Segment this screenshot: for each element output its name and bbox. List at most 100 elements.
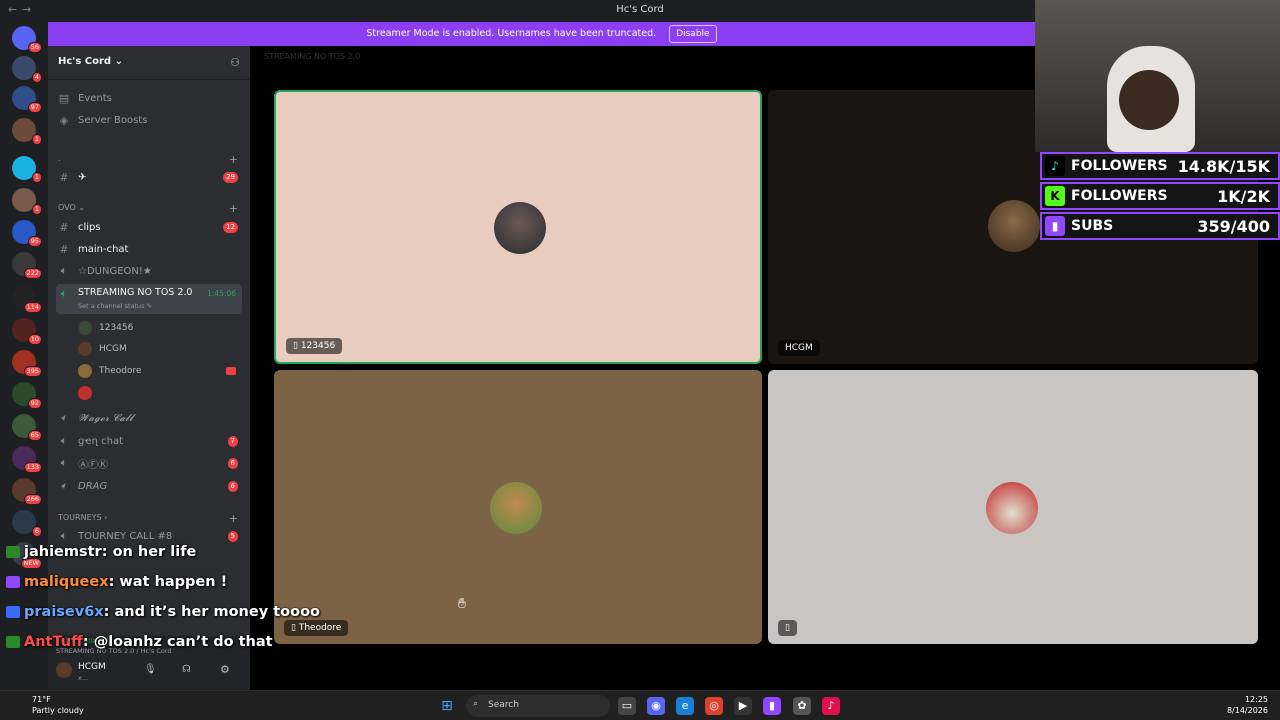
avatar	[986, 482, 1038, 534]
participant-tile[interactable]: ▯ Theodore	[274, 370, 762, 644]
category-tourneys[interactable]: TOURNEYS › +	[58, 512, 238, 525]
server-icon[interactable]: 95	[12, 220, 42, 247]
system-tray[interactable]: 12:25 8/14/2026	[1227, 694, 1268, 716]
call-timer: 1:45:06	[207, 289, 236, 298]
mobile-icon: ▯	[293, 341, 301, 351]
participant-tile[interactable]: ▯ 123456	[274, 90, 762, 364]
mention-badge: 5	[227, 530, 238, 542]
guild-badge: 97	[27, 102, 42, 113]
channel-dungeon[interactable]: 🔈︎ ☆DUNGEON!★	[56, 261, 242, 281]
chat-text: : and it’s her money toooo	[103, 604, 320, 620]
server-icon[interactable]: 222	[12, 252, 42, 279]
category-ovo[interactable]: OVO ⌄ +	[58, 202, 238, 215]
search-label: Search	[488, 700, 519, 710]
boosts-item[interactable]: ◈ Server Boosts	[56, 110, 242, 130]
username[interactable]: HCGM	[78, 662, 106, 672]
voice-user-name: HCGM	[99, 344, 127, 354]
add-channel-icon[interactable]: +	[229, 512, 238, 525]
mobile-icon: ▯	[291, 623, 299, 633]
channel-clips[interactable]: # clips 12	[56, 217, 242, 237]
participant-tile[interactable]: ▯	[768, 370, 1258, 644]
task-view-icon[interactable]: ▭	[618, 697, 636, 715]
voice-user[interactable]: HCGM	[78, 339, 238, 359]
home-icon[interactable]: 56	[12, 26, 42, 53]
banner-text: Streamer Mode is enabled. Usernames have…	[366, 28, 657, 39]
channel-streaming[interactable]: 🔈︎ STREAMING NO TOS 2.0 1:45:06 Set a ch…	[56, 284, 242, 314]
webcam-overlay	[1035, 0, 1280, 152]
channel-plane[interactable]: # ✈ 29	[56, 167, 242, 187]
events-label: Events	[78, 92, 112, 104]
media-player-icon[interactable]: ▶	[734, 697, 752, 715]
headset-icon[interactable]: ☊	[182, 664, 191, 675]
guild-badge: 1	[31, 172, 42, 183]
speaker-icon: 🔈︎	[60, 434, 68, 447]
channel-tourney[interactable]: 🔈︎ TOURNEY CALL #8 5	[56, 526, 242, 546]
twitch-app-icon[interactable]: ▮	[763, 697, 781, 715]
twitch-icon: ▮	[1045, 216, 1065, 236]
events-item[interactable]: ▤ Events	[56, 88, 242, 108]
avatar	[78, 342, 92, 356]
server-name: Hc's Cord ⌄	[58, 56, 123, 67]
channel-label: STREAMING NO TOS 2.0	[78, 287, 193, 298]
windows-start-icon[interactable]: ⊞	[438, 697, 456, 715]
server-icon[interactable]: 4	[12, 56, 42, 83]
edge-icon[interactable]: e	[676, 697, 694, 715]
add-channel-icon[interactable]: +	[229, 153, 238, 166]
chat-message: praisev6x: and it’s her money toooo	[6, 604, 320, 620]
speaker-icon: 🔈︎	[60, 529, 68, 542]
add-member-icon[interactable]: ⚇	[230, 56, 240, 69]
guild-badge: 10	[27, 334, 42, 345]
chrome-icon[interactable]: ◎	[705, 697, 723, 715]
server-icon[interactable]: 1	[12, 118, 42, 145]
streamer-head	[1119, 70, 1179, 130]
channel-wager[interactable]: 🔈︎ 𝓦𝓪𝓰𝓮𝓻 𝓒𝓪𝓵𝓵	[56, 408, 242, 428]
taskbar-search[interactable]: ⌕ Search	[466, 695, 610, 717]
hash-icon: #	[59, 170, 69, 184]
server-icon[interactable]: 395	[12, 350, 42, 377]
microphone-icon[interactable]: 🎙︎	[144, 664, 157, 675]
server-header[interactable]: Hc's Cord ⌄ ⚇	[48, 46, 250, 80]
server-icon[interactable]: 266	[12, 478, 42, 505]
voice-user[interactable]: 123456	[78, 318, 238, 338]
channel-gen-chat[interactable]: 🔈︎ ցҽղ ϲհat 7	[56, 431, 242, 451]
avatar[interactable]	[56, 662, 72, 678]
server-icon[interactable]: 65	[12, 414, 42, 441]
tiktok-followers-goal: ♪ FOLLOWERS 14.8K/15K	[1040, 152, 1280, 180]
weather-condition: Partly cloudy	[32, 706, 84, 715]
voice-user-name: 123456	[99, 323, 134, 333]
chat-text: : @loanhz can’t do that	[82, 634, 273, 650]
channel-main-chat[interactable]: # main-chat	[56, 239, 242, 259]
channel-label: ✈	[78, 171, 87, 183]
channel-drag[interactable]: 🔈︎ DRAG 6	[56, 476, 242, 496]
category-header[interactable]: . +	[58, 153, 238, 166]
server-icon[interactable]: 1	[12, 156, 42, 183]
disable-button[interactable]: Disable	[669, 25, 717, 43]
chat-text: : on her life	[101, 544, 197, 560]
channel-label: ցҽղ ϲհat	[78, 435, 124, 447]
server-icon[interactable]: 6	[12, 510, 42, 537]
server-icon[interactable]: 97	[12, 86, 42, 113]
channel-label: main-chat	[78, 243, 129, 255]
tiktok-app-icon[interactable]: ♪	[822, 697, 840, 715]
mention-badge: 6	[227, 457, 238, 469]
server-icon[interactable]: 114	[12, 286, 42, 313]
discord-icon[interactable]: ◉	[647, 697, 665, 715]
guild-badge: 56	[27, 42, 42, 53]
app-icon[interactable]: ✿	[793, 697, 811, 715]
weather-widget[interactable]: 71°F Partly cloudy	[10, 694, 84, 716]
server-icon[interactable]: 10	[12, 318, 42, 345]
server-icon[interactable]: 133	[12, 446, 42, 473]
channel-afk[interactable]: 🔈︎ ⒶⒻⓀ 6	[56, 453, 242, 473]
mention-badge: 7	[227, 435, 238, 447]
server-icon[interactable]: 92	[12, 382, 42, 409]
mention-badge: 12	[223, 221, 238, 233]
channel-label: 𝓦𝓪𝓰𝓮𝓻 𝓒𝓪𝓵𝓵	[78, 412, 133, 424]
server-icon[interactable]: 1	[12, 188, 42, 215]
gear-icon[interactable]: ⚙	[220, 663, 230, 676]
channel-status[interactable]: Set a channel status ✎	[78, 302, 152, 310]
add-channel-icon[interactable]: +	[229, 202, 238, 215]
speaker-icon: 🔈︎	[60, 411, 68, 424]
chat-username: praisev6x	[24, 604, 104, 620]
voice-user[interactable]: Theodore	[78, 361, 238, 381]
voice-user[interactable]	[78, 383, 238, 403]
